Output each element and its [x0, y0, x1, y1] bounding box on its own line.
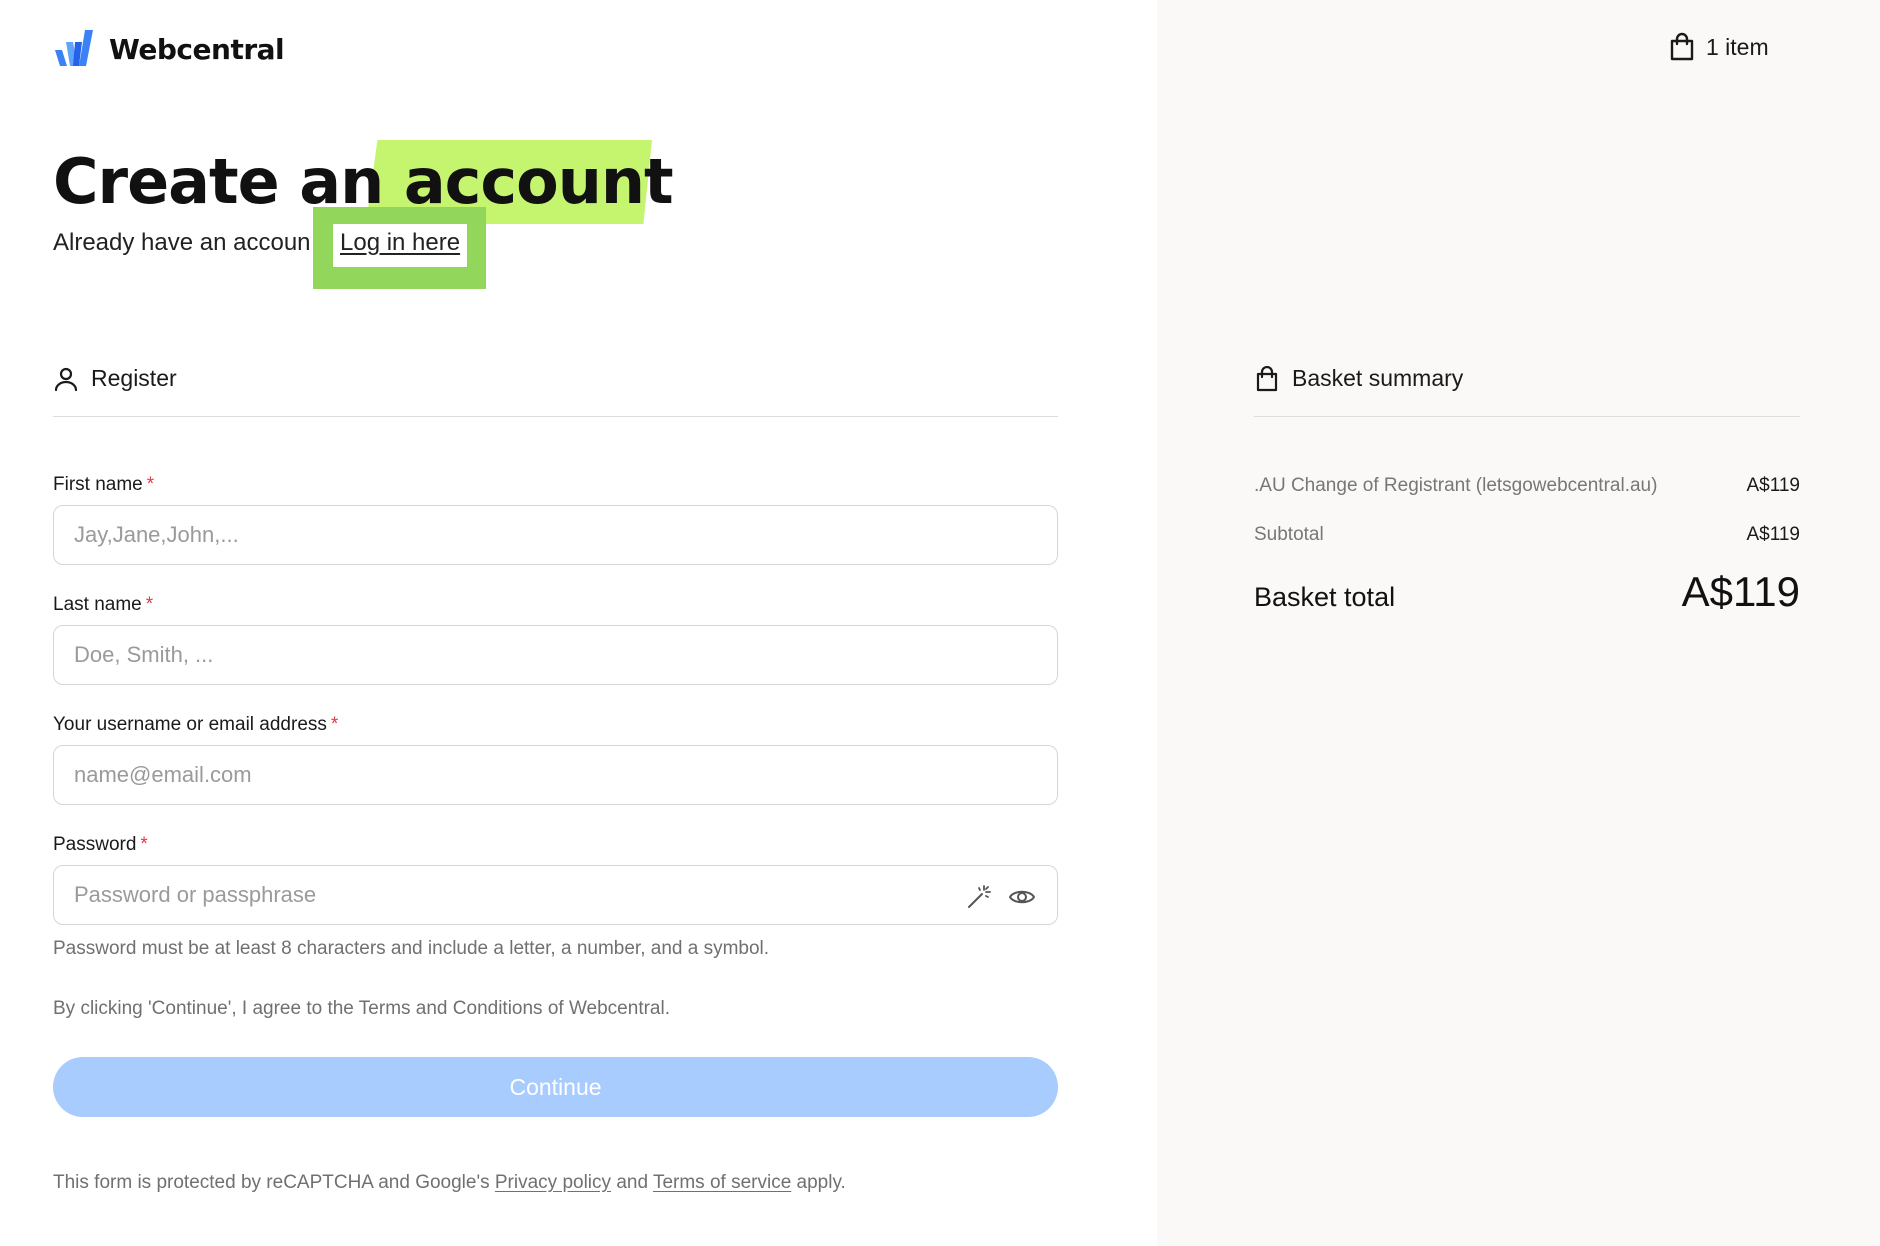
basket-item-row: .AU Change of Registrant (letsgowebcentr…	[1254, 475, 1800, 497]
basket-panel	[1157, 0, 1880, 1246]
first-name-label-text: First name	[53, 474, 143, 495]
basket-divider	[1254, 416, 1800, 417]
brand-name: Webcentral	[109, 32, 285, 66]
subtotal-value: A$119	[1746, 524, 1800, 545]
register-divider	[53, 416, 1058, 417]
toggle-password-visibility[interactable]	[1008, 883, 1036, 911]
recaptcha-and: and	[616, 1172, 649, 1193]
basket-item-name: .AU Change of Registrant (letsgowebcentr…	[1254, 475, 1658, 496]
generate-password-button[interactable]	[965, 883, 993, 911]
email-label-text: Your username or email address	[53, 714, 327, 735]
last-name-label: Last name *	[53, 594, 153, 616]
register-header: Register	[53, 365, 177, 392]
recaptcha-suffix: apply.	[796, 1172, 846, 1193]
terms-notice: By clicking 'Continue', I agree to the T…	[53, 998, 670, 1019]
login-link[interactable]: Log in here	[340, 229, 460, 257]
last-name-label-text: Last name	[53, 594, 142, 615]
password-label: Password *	[53, 834, 148, 856]
subtotal-label: Subtotal	[1254, 524, 1324, 545]
email-label: Your username or email address *	[53, 714, 338, 736]
register-title: Register	[91, 365, 177, 391]
shopping-bag-icon	[1256, 365, 1278, 391]
recaptcha-notice: This form is protected by reCAPTCHA and …	[53, 1172, 846, 1194]
required-mark: *	[145, 594, 154, 615]
login-prompt: Already have an accoun	[53, 229, 311, 256]
basket-total-label: Basket total	[1254, 582, 1396, 612]
basket-summary-header: Basket summary	[1254, 365, 1463, 392]
basket-total-value: A$119	[1681, 568, 1800, 615]
basket-item-price: A$119	[1746, 475, 1800, 496]
last-name-input[interactable]	[53, 625, 1058, 685]
basket-summary-title: Basket summary	[1292, 365, 1464, 391]
webcentral-logo[interactable]: Webcentral	[53, 28, 285, 70]
required-mark: *	[146, 474, 155, 495]
shopping-bag-icon	[1670, 32, 1694, 61]
terms-of-service-link[interactable]: Terms of service	[653, 1172, 791, 1193]
cart-count: 1 item	[1706, 33, 1769, 60]
password-input[interactable]	[53, 865, 1058, 925]
privacy-policy-link[interactable]: Privacy policy	[495, 1172, 611, 1193]
password-label-text: Password	[53, 834, 137, 855]
cart-button[interactable]: 1 item	[1668, 32, 1769, 62]
continue-button[interactable]: Continue	[53, 1057, 1058, 1117]
magic-wand-icon	[968, 885, 991, 908]
subtotal-row: Subtotal A$119	[1254, 524, 1800, 546]
password-hint: Password must be at least 8 characters a…	[53, 938, 770, 959]
required-mark: *	[140, 834, 148, 855]
basket-total-row: Basket total A$119	[1254, 568, 1800, 616]
recaptcha-prefix: This form is protected by reCAPTCHA and …	[53, 1172, 490, 1193]
first-name-label: First name *	[53, 474, 154, 496]
eye-icon	[1009, 890, 1035, 904]
first-name-input[interactable]	[53, 505, 1058, 565]
webcentral-logo-icon	[55, 30, 93, 66]
required-mark: *	[330, 714, 339, 735]
email-input[interactable]	[53, 745, 1058, 805]
user-icon	[54, 367, 78, 391]
